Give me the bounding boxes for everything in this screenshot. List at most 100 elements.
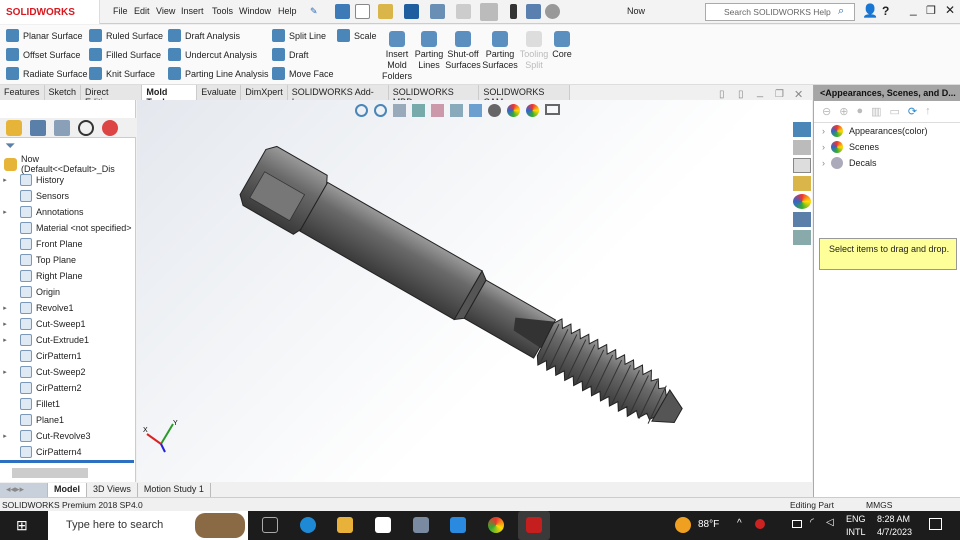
volume-icon[interactable]: ◁	[826, 517, 834, 528]
tree-item[interactable]: Right Plane	[0, 268, 83, 284]
ruled-surface-button[interactable]: Ruled Surface	[89, 29, 163, 42]
menu-edit[interactable]: Edit	[134, 6, 150, 16]
expand-arrow-icon[interactable]: ▸	[0, 368, 10, 376]
menu-window[interactable]: Window	[239, 6, 271, 16]
clock-time[interactable]: 8:28 AM	[877, 514, 910, 524]
split-line-button[interactable]: Split Line	[272, 29, 334, 42]
tree-item[interactable]: CirPattern4	[0, 444, 82, 460]
tree-item[interactable]: Origin	[0, 284, 60, 300]
tab-direct-editing[interactable]: Direct Editing	[81, 85, 143, 107]
core-button[interactable]: Core	[550, 31, 574, 60]
pin-icon[interactable]: ✎	[310, 6, 318, 17]
new-folder-icon[interactable]: ▭	[890, 105, 900, 118]
planar-surface-button[interactable]: Planar Surface	[6, 29, 88, 42]
menu-file[interactable]: File	[113, 6, 128, 16]
undo-icon[interactable]	[456, 4, 471, 19]
refresh-icon[interactable]: ⟳	[908, 105, 917, 118]
tree-item[interactable]: Material <not specified>	[0, 220, 132, 236]
tab-mold-tools[interactable]: Mold Tools	[142, 85, 198, 107]
expand-arrow-icon[interactable]: ▸	[0, 208, 10, 216]
store-icon[interactable]	[375, 517, 391, 533]
tab-evaluate[interactable]: Evaluate	[197, 85, 242, 100]
feature-manager-tab-icon[interactable]	[6, 120, 22, 136]
solidworks-tray-icon[interactable]	[755, 519, 765, 529]
menu-help[interactable]: Help	[278, 6, 297, 16]
edge-icon[interactable]	[300, 517, 316, 533]
home-icon[interactable]	[335, 4, 350, 19]
back-icon[interactable]: ⊖	[822, 105, 831, 118]
expand-arrow-icon[interactable]: ▸	[0, 304, 10, 312]
tree-item[interactable]: Sensors	[0, 188, 69, 204]
shut-off-surfaces-button[interactable]: Shut-off Surfaces	[445, 31, 481, 71]
tree-item[interactable]: ▸ Annotations	[0, 204, 84, 220]
menu-insert[interactable]: Insert	[181, 6, 204, 16]
tree-item[interactable]: Top Plane	[0, 252, 76, 268]
tab-features[interactable]: Features	[0, 85, 45, 100]
show-hidden-icons[interactable]: ^	[737, 518, 742, 529]
dimxpert-manager-tab-icon[interactable]	[78, 120, 94, 136]
chevron-right-icon[interactable]: ›	[822, 142, 825, 152]
menu-view[interactable]: View	[156, 6, 175, 16]
help-icon[interactable]: ?	[882, 4, 889, 18]
appearance-tree-item[interactable]: › Decals	[814, 155, 960, 171]
horizontal-scrollbar[interactable]	[12, 468, 88, 478]
add-to-library-icon[interactable]: ●	[856, 105, 863, 118]
expand-arrow-icon[interactable]: ▸	[0, 176, 10, 184]
solidworks-resources-icon[interactable]	[793, 122, 811, 137]
tree-item[interactable]: CirPattern2	[0, 380, 82, 396]
insert-mold-folders-button[interactable]: Insert Mold Folders	[382, 31, 412, 82]
camera-icon[interactable]	[413, 517, 429, 533]
tab-scroll-arrows[interactable]: ◂◂▸▸	[0, 483, 48, 497]
tree-item[interactable]: ▸ Cut-Revolve3	[0, 428, 91, 444]
wifi-icon[interactable]: ◜	[810, 517, 814, 528]
forward-icon[interactable]: ⊕	[839, 105, 848, 118]
tooling-split-button[interactable]: Tooling Split	[518, 31, 550, 71]
weather-icon[interactable]	[675, 517, 691, 533]
move-face-button[interactable]: Move Face	[272, 67, 334, 80]
draft-button[interactable]: Draft	[272, 48, 334, 61]
unit-system-select[interactable]: MMGS	[866, 500, 892, 510]
print-icon[interactable]	[430, 4, 445, 19]
viewport-restore-icon[interactable]: ❐	[775, 89, 784, 100]
property-manager-tab-icon[interactable]	[30, 120, 46, 136]
mail-icon[interactable]	[450, 517, 466, 533]
help-search-input[interactable]: Search SOLIDWORKS Help	[705, 3, 855, 21]
tree-item[interactable]: ▸ Cut-Sweep1	[0, 316, 86, 332]
graphics-area[interactable]: ▯ ▯ _ ❐ ✕ Y X	[137, 86, 812, 482]
appearance-tree-item[interactable]: › Appearances(color)	[814, 123, 960, 139]
filter-icon[interactable]: ⏷	[5, 138, 15, 154]
tab-model[interactable]: Model	[48, 483, 87, 497]
file-properties-icon[interactable]	[526, 4, 541, 19]
tab-3d-views[interactable]: 3D Views	[87, 483, 138, 497]
search-icon[interactable]: ⌕	[838, 5, 844, 18]
chevron-right-icon[interactable]: ›	[822, 126, 825, 136]
appearance-tree-item[interactable]: › Scenes	[814, 139, 960, 155]
tab-sketch[interactable]: Sketch	[44, 85, 82, 100]
tab-solidworks-mbd[interactable]: SOLIDWORKS MBD	[388, 85, 480, 107]
save-icon[interactable]	[404, 4, 419, 19]
file-explorer-taskbar-icon[interactable]	[337, 517, 353, 533]
clock-date[interactable]: 4/7/2023	[877, 527, 912, 537]
input-language[interactable]: ENG	[846, 514, 866, 524]
radiate-surface-button[interactable]: Radiate Surface	[6, 67, 88, 80]
menu-tools[interactable]: Tools	[212, 6, 233, 16]
appearances-scenes-icon[interactable]	[793, 194, 811, 209]
filled-surface-button[interactable]: Filled Surface	[89, 48, 163, 61]
parting-line-analysis-button[interactable]: Parting Line Analysis	[168, 67, 269, 80]
windows-start-icon[interactable]: ⊞	[16, 517, 28, 534]
input-language-variant[interactable]: INTL	[846, 527, 866, 537]
notifications-icon[interactable]	[929, 518, 942, 530]
task-view-icon[interactable]	[262, 517, 278, 533]
expand-arrow-icon[interactable]: ▸	[0, 336, 10, 344]
solidworks-logo[interactable]: SOLIDWORKS	[0, 0, 100, 24]
tab-solidworks-add-ins[interactable]: SOLIDWORKS Add-Ins	[287, 85, 389, 107]
file-explorer-icon[interactable]	[793, 158, 811, 173]
tree-item[interactable]: Front Plane	[0, 236, 83, 252]
configuration-manager-tab-icon[interactable]	[54, 120, 70, 136]
restore-icon[interactable]: ❐	[926, 4, 936, 17]
chrome-icon[interactable]	[488, 517, 504, 533]
parting-surfaces-button[interactable]: Parting Surfaces	[482, 31, 518, 71]
tile-left-icon[interactable]: ▯	[719, 89, 725, 100]
design-library-icon[interactable]	[793, 140, 811, 155]
expand-arrow-icon[interactable]: ▸	[0, 320, 10, 328]
